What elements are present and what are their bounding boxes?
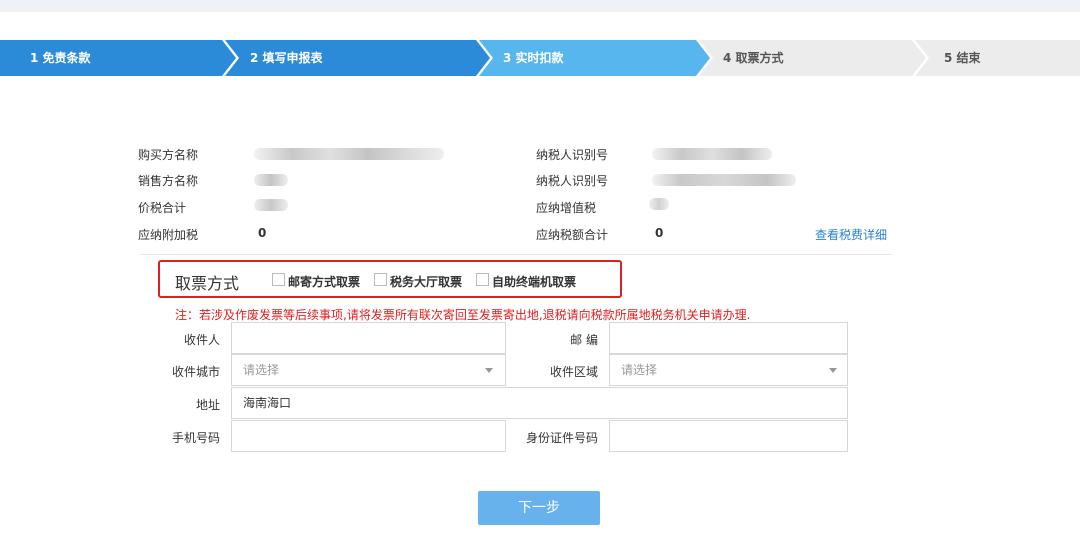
- phone-input[interactable]: [231, 420, 506, 452]
- vat-redacted: [649, 198, 669, 210]
- district-select[interactable]: 请选择: [609, 354, 848, 386]
- hall-pickup-label[interactable]: 税务大厅取票: [390, 273, 462, 290]
- seller-taxid-redacted: [652, 174, 796, 186]
- step-4: 4 取票方式: [723, 51, 784, 65]
- surtax-value: 0: [258, 226, 267, 240]
- chevron-down-icon: [829, 368, 837, 373]
- buyer-name-label: 购买方名称: [138, 148, 199, 162]
- city-label: 收件城市: [171, 365, 220, 379]
- kiosk-pickup-checkbox[interactable]: [476, 273, 489, 286]
- step-3: 3 实时扣款: [503, 51, 564, 65]
- seller-taxid-label: 纳税人识别号: [536, 174, 609, 188]
- idcard-input[interactable]: [609, 420, 848, 452]
- mail-pickup-label[interactable]: 邮寄方式取票: [288, 273, 360, 290]
- step-5-bg: [915, 40, 1080, 76]
- idcard-label: 身份证件号码: [525, 431, 598, 445]
- step-2: 2 填写申报表: [250, 51, 323, 65]
- buyer-taxid-redacted: [652, 148, 772, 160]
- hall-pickup-checkbox[interactable]: [374, 273, 387, 286]
- total-label: 价税合计: [138, 201, 187, 215]
- buyer-taxid-label: 纳税人识别号: [536, 148, 609, 162]
- kiosk-pickup-label[interactable]: 自助终端机取票: [492, 273, 576, 290]
- postcode-label: 邮 编: [570, 333, 598, 347]
- buyer-name-redacted: [254, 148, 444, 160]
- total-redacted: [254, 199, 288, 211]
- pickup-method-title: 取票方式: [175, 274, 240, 293]
- step-1: 1 免责条款: [30, 51, 91, 65]
- chevron-down-icon: [485, 368, 493, 373]
- postcode-input[interactable]: [609, 322, 848, 354]
- vat-label: 应纳增值税: [536, 201, 597, 215]
- seller-name-label: 销售方名称: [138, 174, 199, 188]
- recipient-label: 收件人: [183, 333, 220, 347]
- next-button[interactable]: 下一步: [478, 491, 600, 525]
- step-5: 5 结束: [944, 51, 981, 65]
- notice-text: 注：若涉及作废发票等后续事项,请将发票所有联次寄回至发票寄出地,退税请向税款所属…: [175, 308, 751, 322]
- phone-label: 手机号码: [171, 431, 220, 445]
- surtax-label: 应纳附加税: [138, 228, 199, 242]
- address-input[interactable]: 海南海口: [231, 387, 848, 419]
- tax-total-label: 应纳税额合计: [536, 228, 609, 242]
- tax-detail-link[interactable]: 查看税费详细: [815, 226, 887, 243]
- city-select[interactable]: 请选择: [231, 354, 506, 386]
- mail-pickup-checkbox[interactable]: [272, 273, 285, 286]
- recipient-input[interactable]: [231, 322, 506, 354]
- seller-name-redacted: [254, 174, 288, 186]
- divider: [140, 254, 892, 255]
- district-label: 收件区域: [549, 365, 598, 379]
- tax-total-value: 0: [655, 226, 664, 240]
- address-label: 地址: [195, 398, 220, 412]
